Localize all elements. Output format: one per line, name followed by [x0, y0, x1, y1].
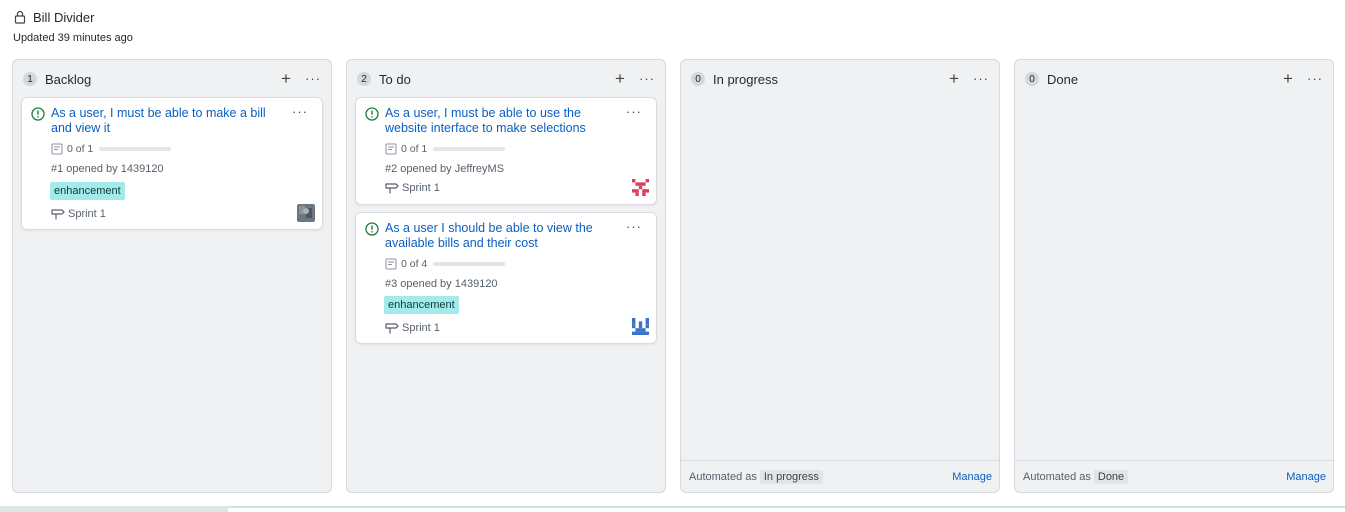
- identicon-avatar[interactable]: [632, 179, 649, 196]
- column-to-do: 2 To do + ··· As a user, I must be able …: [346, 59, 666, 493]
- label-badge[interactable]: enhancement: [50, 182, 125, 200]
- column-header: 1 Backlog + ···: [23, 70, 321, 88]
- checklist-icon: [385, 258, 397, 270]
- plus-icon[interactable]: +: [1281, 70, 1295, 87]
- milestone-icon: [385, 323, 399, 334]
- column-name: In progress: [713, 71, 779, 87]
- identicon-avatar[interactable]: [632, 318, 649, 335]
- plus-icon[interactable]: +: [947, 70, 961, 87]
- column-name: To do: [379, 71, 411, 87]
- kebab-icon[interactable]: ···: [305, 72, 321, 85]
- checklist-icon: [51, 143, 63, 155]
- column-name: Done: [1047, 71, 1079, 87]
- manage-automation-link[interactable]: Manage: [952, 471, 992, 483]
- user-avatar[interactable]: [297, 204, 315, 222]
- task-progress-bar: [433, 262, 506, 266]
- issue-card[interactable]: As a user, I must be able to make a bill…: [21, 97, 323, 230]
- kebab-icon[interactable]: ···: [1307, 72, 1323, 85]
- issue-card[interactable]: As a user I should be able to view the a…: [355, 212, 657, 344]
- issue-meta: #1 opened by 1439120: [51, 163, 164, 175]
- project-updated: Updated 39 minutes ago: [13, 32, 133, 44]
- column-in-progress: 0 In progress + ··· Automated as In prog…: [680, 59, 1000, 493]
- checklist-icon: [385, 143, 397, 155]
- issue-meta: #3 opened by 1439120: [385, 278, 498, 290]
- label-badge[interactable]: enhancement: [384, 296, 459, 314]
- automation-text: Automated as: [689, 470, 757, 483]
- kebab-icon[interactable]: ···: [973, 72, 989, 85]
- milestone-name: Sprint 1: [402, 322, 440, 334]
- issue-title-link[interactable]: As a user I should be able to view the a…: [385, 221, 610, 251]
- column-header: 0 Done + ···: [1025, 70, 1323, 88]
- milestone-icon: [51, 209, 65, 220]
- project-header: Bill Divider Updated 39 minutes ago: [13, 9, 133, 45]
- column-header: 0 In progress + ···: [691, 70, 989, 88]
- manage-automation-link[interactable]: Manage: [1286, 471, 1326, 483]
- issue-opened-icon: [365, 107, 379, 121]
- milestone[interactable]: Sprint 1: [51, 207, 106, 221]
- column-name: Backlog: [45, 71, 92, 87]
- plus-icon[interactable]: +: [613, 70, 627, 87]
- issue-title-link[interactable]: As a user, I must be able to make a bill…: [51, 106, 276, 136]
- kebab-icon[interactable]: ···: [626, 105, 642, 118]
- column-automation-footer: Automated as In progress Manage: [681, 460, 999, 492]
- column-header: 2 To do + ···: [357, 70, 655, 88]
- column-count: 0: [1025, 72, 1039, 86]
- automation-text: Automated as: [1023, 470, 1091, 483]
- task-progress: 0 of 4: [385, 257, 506, 271]
- column-backlog: 1 Backlog + ··· As a user, I must be abl…: [12, 59, 332, 493]
- issue-opened-icon: [31, 107, 45, 121]
- milestone-name: Sprint 1: [68, 208, 106, 220]
- issue-card[interactable]: As a user, I must be able to use the web…: [355, 97, 657, 205]
- milestone-name: Sprint 1: [402, 182, 440, 194]
- column-count: 1: [23, 72, 37, 86]
- issue-meta: #2 opened by JeffreyMS: [385, 163, 505, 175]
- task-progress-bar: [99, 147, 172, 151]
- task-progress-bar: [433, 147, 506, 151]
- task-count: 0 of 1: [401, 143, 428, 155]
- lock-icon: [14, 10, 26, 24]
- column-count: 2: [357, 72, 371, 86]
- column-done: 0 Done + ··· Automated as Done Manage: [1014, 59, 1334, 493]
- plus-icon[interactable]: +: [279, 70, 293, 87]
- milestone-icon: [385, 183, 399, 194]
- task-progress: 0 of 1: [51, 142, 172, 156]
- column-count: 0: [691, 72, 705, 86]
- kebab-icon[interactable]: ···: [292, 105, 308, 118]
- task-count: 0 of 1: [67, 143, 94, 155]
- milestone[interactable]: Sprint 1: [385, 321, 440, 335]
- automation-badge: In progress: [759, 469, 823, 484]
- issue-opened-icon: [365, 222, 379, 236]
- task-count: 0 of 4: [401, 258, 428, 270]
- issue-title-link[interactable]: As a user, I must be able to use the web…: [385, 106, 610, 136]
- project-title: Bill Divider: [33, 9, 95, 25]
- kebab-icon[interactable]: ···: [626, 220, 642, 233]
- column-automation-footer: Automated as Done Manage: [1015, 460, 1333, 492]
- horizontal-scrollbar-thumb[interactable]: [0, 506, 228, 512]
- kebab-icon[interactable]: ···: [639, 72, 655, 85]
- milestone[interactable]: Sprint 1: [385, 181, 440, 195]
- automation-badge: Done: [1093, 469, 1129, 484]
- task-progress: 0 of 1: [385, 142, 506, 156]
